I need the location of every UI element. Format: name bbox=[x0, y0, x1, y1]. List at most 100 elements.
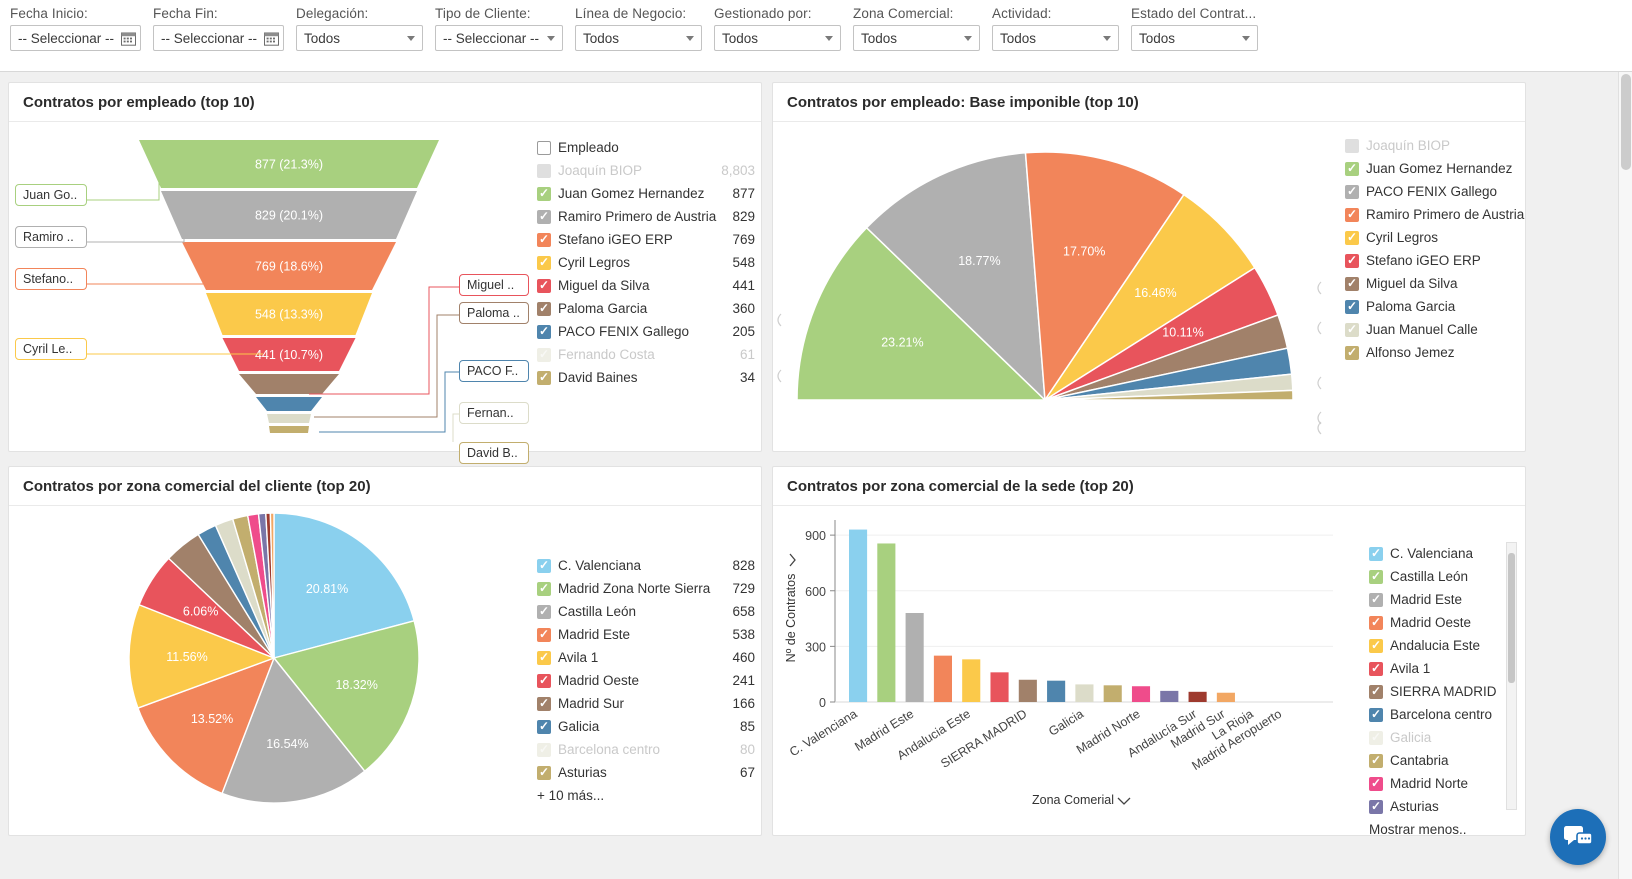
legend-swatch[interactable]: ✓ bbox=[1345, 299, 1359, 314]
chevron-down-icon[interactable] bbox=[1242, 35, 1250, 41]
legend-swatch[interactable]: ✓ bbox=[537, 604, 551, 619]
chevron-down-icon[interactable] bbox=[964, 35, 972, 41]
funnel-callout[interactable]: Ramiro .. bbox=[15, 226, 87, 248]
legend-swatch[interactable]: ✓ bbox=[537, 209, 551, 224]
funnel-chart[interactable]: 877 (21.3%) 829 (20.1%) 769 (18.6%) 548 (13… bbox=[9, 122, 529, 442]
legend-swatch[interactable]: ✓ bbox=[1369, 661, 1383, 676]
legend-scrollbar[interactable] bbox=[1506, 542, 1517, 810]
legend-item[interactable]: ✓ Ramiro Primero de Austria 829 bbox=[537, 205, 755, 228]
funnel-legend[interactable]: Empleado Joaquín BIOP 8,803 ✓ Juan Gomez Her… bbox=[537, 136, 755, 389]
legend-item[interactable]: ✓ Miguel da Silva bbox=[1345, 272, 1525, 295]
pie-chart[interactable]: 20.81% 18.32% 16.54% 13.52% 11.56% 6.06% bbox=[9, 506, 529, 831]
dropdown[interactable]: Todos bbox=[992, 25, 1119, 51]
dropdown[interactable]: Todos bbox=[853, 25, 980, 51]
funnel-callout[interactable]: Fernan.. bbox=[459, 402, 529, 424]
legend-swatch[interactable]: ✓ bbox=[1369, 799, 1383, 814]
funnel-segment[interactable] bbox=[269, 426, 309, 433]
legend-swatch[interactable]: ✓ bbox=[1369, 684, 1383, 699]
funnel-callout[interactable]: David B.. bbox=[459, 442, 529, 464]
date-input[interactable]: -- Seleccionar -- bbox=[10, 25, 141, 51]
chevron-down-icon[interactable] bbox=[686, 35, 694, 41]
legend-item[interactable]: ✓ Cyril Legros 548 bbox=[537, 251, 755, 274]
bar-chart[interactable]: 0300600900Nº de ContratosC. ValencianaMa… bbox=[773, 506, 1373, 831]
legend-item[interactable]: ✓ C. Valenciana bbox=[1369, 542, 1509, 565]
legend-item[interactable]: ✓ Galicia 85 bbox=[537, 715, 755, 738]
legend-item[interactable]: ✓ Paloma Garcia 360 bbox=[537, 297, 755, 320]
page-scrollbar[interactable] bbox=[1618, 72, 1632, 879]
legend-swatch[interactable]: ✓ bbox=[537, 673, 551, 688]
bar[interactable] bbox=[1160, 690, 1179, 702]
legend-item[interactable]: ✓ Asturias bbox=[1369, 795, 1509, 818]
legend-swatch[interactable]: ✓ bbox=[537, 650, 551, 665]
dropdown[interactable]: Todos bbox=[575, 25, 702, 51]
bar-legend[interactable]: ✓ C. Valenciana ✓ Castilla León ✓ Madrid Este… bbox=[1369, 542, 1509, 837]
calendar-icon[interactable] bbox=[121, 31, 136, 46]
dropdown[interactable]: -- Seleccionar -- bbox=[435, 25, 563, 51]
legend-swatch[interactable]: ✓ bbox=[537, 581, 551, 596]
funnel-segment[interactable] bbox=[256, 397, 322, 411]
pie-legend[interactable]: ✓ C. Valenciana 828 ✓ Madrid Zona Norte Sier… bbox=[537, 554, 755, 803]
legend-item[interactable]: ✓ Alfonso Jemez bbox=[1345, 341, 1525, 364]
legend-item[interactable]: ✓ Madrid Oeste bbox=[1369, 611, 1509, 634]
legend-item[interactable]: ✓ Fernando Costa 61 bbox=[537, 343, 755, 366]
legend-item[interactable]: ✓ Madrid Este bbox=[1369, 588, 1509, 611]
calendar-icon[interactable] bbox=[264, 31, 279, 46]
legend-header[interactable]: Empleado bbox=[537, 136, 755, 159]
chevron-down-icon[interactable] bbox=[1103, 35, 1111, 41]
semicircle-chart[interactable]: 23.21% 18.77% 17.70% 16.46% 10.11% bbox=[773, 122, 1353, 442]
legend-swatch[interactable]: ✓ bbox=[537, 370, 551, 385]
bar[interactable] bbox=[1131, 686, 1151, 702]
legend-swatch[interactable]: ✓ bbox=[1345, 230, 1359, 245]
legend-item[interactable]: ✓ C. Valenciana 828 bbox=[537, 554, 755, 577]
legend-item[interactable]: ✓ Galicia bbox=[1369, 726, 1509, 749]
bar[interactable] bbox=[1018, 679, 1037, 702]
legend-swatch[interactable]: ✓ bbox=[1369, 546, 1383, 561]
legend-swatch[interactable]: ✓ bbox=[537, 696, 551, 711]
x-axis-title[interactable]: Zona Comerial bbox=[1032, 793, 1114, 807]
legend-swatch[interactable] bbox=[1345, 138, 1359, 153]
legend-item[interactable]: ✓ Stefano iGEO ERP 769 bbox=[537, 228, 755, 251]
bar[interactable] bbox=[905, 613, 924, 702]
legend-item[interactable]: ✓ Avila 1 460 bbox=[537, 646, 755, 669]
legend-swatch[interactable]: ✓ bbox=[537, 347, 551, 362]
legend-swatch[interactable]: ✓ bbox=[1345, 253, 1359, 268]
legend-swatch[interactable]: ✓ bbox=[1345, 322, 1359, 337]
legend-swatch[interactable]: ✓ bbox=[1369, 730, 1383, 745]
chat-button[interactable] bbox=[1550, 809, 1606, 865]
legend-swatch[interactable]: ✓ bbox=[537, 301, 551, 316]
bar[interactable] bbox=[877, 543, 896, 702]
legend-item[interactable]: ✓ Madrid Norte bbox=[1369, 772, 1509, 795]
legend-swatch[interactable]: ✓ bbox=[1345, 276, 1359, 291]
funnel-segment[interactable] bbox=[239, 374, 339, 394]
legend-swatch[interactable]: ✓ bbox=[1369, 638, 1383, 653]
dropdown[interactable]: Todos bbox=[296, 25, 423, 51]
chevron-down-icon[interactable] bbox=[825, 35, 833, 41]
legend-swatch[interactable]: ✓ bbox=[537, 278, 551, 293]
legend-item[interactable]: ✓ Juan Manuel Calle bbox=[1345, 318, 1525, 341]
legend-swatch[interactable]: ✓ bbox=[1369, 707, 1383, 722]
legend-item[interactable]: ✓ Cantabria bbox=[1369, 749, 1509, 772]
legend-item[interactable]: ✓ Asturias 67 bbox=[537, 761, 755, 784]
legend-item[interactable]: ✓ Castilla León 658 bbox=[537, 600, 755, 623]
chevron-down-icon[interactable] bbox=[547, 35, 555, 41]
funnel-callout[interactable]: Juan Go.. bbox=[15, 184, 87, 206]
legend-swatch[interactable]: ✓ bbox=[1369, 569, 1383, 584]
legend-item[interactable]: ✓ Barcelona centro 80 bbox=[537, 738, 755, 761]
legend-swatch[interactable]: ✓ bbox=[1345, 207, 1359, 222]
date-input[interactable]: -- Seleccionar -- bbox=[153, 25, 284, 51]
bar[interactable] bbox=[1047, 680, 1066, 702]
legend-swatch[interactable]: ✓ bbox=[537, 627, 551, 642]
legend-swatch[interactable]: ✓ bbox=[537, 765, 551, 780]
bar[interactable] bbox=[933, 655, 952, 702]
legend-swatch[interactable]: ✓ bbox=[1369, 753, 1383, 768]
legend-item[interactable]: Joaquín BIOP bbox=[1345, 134, 1525, 157]
funnel-callout[interactable]: Cyril Le.. bbox=[15, 338, 87, 360]
funnel-callout[interactable]: Paloma .. bbox=[459, 302, 529, 324]
legend-more-link[interactable]: Mostrar menos.. bbox=[1369, 818, 1509, 837]
legend-swatch[interactable]: ✓ bbox=[1345, 161, 1359, 176]
legend-item[interactable]: ✓ Barcelona centro bbox=[1369, 703, 1509, 726]
legend-swatch[interactable]: ✓ bbox=[537, 232, 551, 247]
checkbox-icon[interactable] bbox=[537, 140, 551, 155]
legend-item[interactable]: ✓ Ramiro Primero de Austria bbox=[1345, 203, 1525, 226]
dropdown[interactable]: Todos bbox=[1131, 25, 1258, 51]
